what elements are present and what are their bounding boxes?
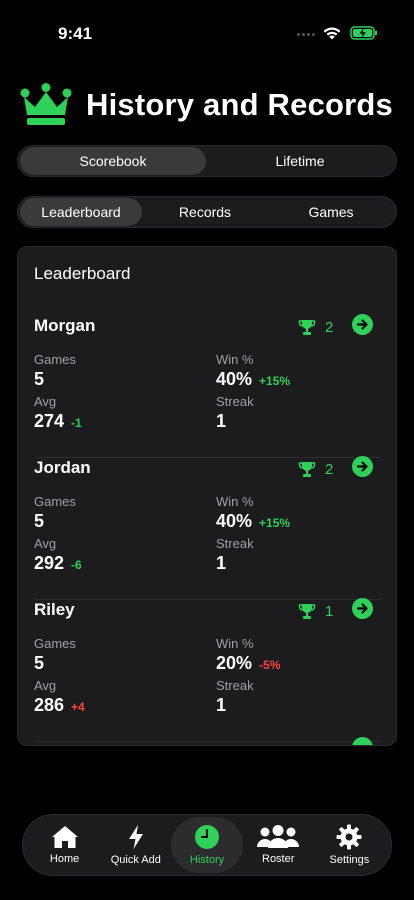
avg-number: 274 [34, 411, 65, 431]
win-label: Win % [216, 494, 254, 509]
leaderboard-card: Leaderboard Morgan 2 Games 5 Win % 40% +1… [17, 246, 397, 746]
trophy-count-value: 2 [325, 460, 334, 478]
tab-bar: Home Quick Add History Roster Settings [22, 814, 392, 876]
tab-roster[interactable]: Roster [243, 817, 314, 873]
segment-scorebook[interactable]: Scorebook [20, 147, 206, 175]
win-value: 40% +15% [216, 511, 290, 532]
avg-label: Avg [34, 678, 57, 693]
win-number: 40% [216, 511, 253, 531]
streak-number: 1 [216, 695, 227, 715]
games-value: 5 [34, 653, 44, 674]
win-number: 40% [216, 369, 253, 389]
win-delta: +15% [259, 516, 291, 530]
tab-label: Quick Add [110, 854, 161, 866]
avg-delta: +4 [71, 700, 85, 714]
tab-history[interactable]: History [171, 817, 243, 873]
arrow-right-icon [356, 319, 368, 330]
player-name: Jordan [34, 458, 91, 477]
win-label: Win % [216, 352, 254, 367]
segment-records[interactable]: Records [142, 198, 268, 226]
page-title: History and Records [86, 87, 393, 122]
home-icon [51, 826, 78, 848]
tab-label: Home [49, 853, 80, 865]
games-label: Games [34, 494, 76, 509]
avg-label: Avg [34, 536, 57, 551]
games-value: 5 [34, 369, 44, 390]
games-value: 5 [34, 511, 44, 532]
scope-segmented-control: Scorebook Lifetime [17, 145, 397, 177]
page-header: History and Records [20, 82, 400, 128]
segment-lifetime[interactable]: Lifetime [206, 147, 394, 175]
games-label: Games [34, 352, 76, 367]
streak-label: Streak [216, 394, 254, 409]
tab-label: History [189, 854, 225, 866]
status-bar: 9:41 [0, 0, 414, 60]
win-value: 20% -5% [216, 653, 280, 674]
win-label: Win % [216, 636, 254, 651]
win-number: 20% [216, 653, 253, 673]
trophy-count-value: 2 [325, 318, 334, 336]
signal-dots-icon [297, 33, 315, 36]
games-number: 5 [34, 653, 45, 673]
streak-value: 1 [216, 695, 226, 716]
player-row: Riley 1 Games 5 Win % 20% -5% Avg 286 +4 S… [34, 598, 382, 742]
tab-home[interactable]: Home [29, 817, 100, 873]
segment-leaderboard[interactable]: Leaderboard [20, 198, 142, 226]
player-row: Jordan 2 Games 5 Win % 40% +15% Avg 292 -6… [34, 456, 382, 600]
win-delta: -5% [259, 658, 281, 672]
trophy-icon [298, 320, 316, 335]
games-number: 5 [34, 511, 45, 531]
win-value: 40% +15% [216, 369, 290, 390]
player-name: Riley [34, 600, 75, 619]
clock-icon [195, 825, 219, 849]
trophy-count: 1 [298, 602, 333, 620]
streak-number: 1 [216, 411, 227, 431]
games-number: 5 [34, 369, 45, 389]
crown-icon [20, 83, 72, 125]
card-title: Leaderboard [34, 264, 131, 283]
tab-label: Settings [329, 854, 370, 866]
trophy-count: 2 [298, 460, 333, 478]
player-row: Morgan 2 Games 5 Win % 40% +15% Avg 274 -1… [34, 314, 382, 458]
streak-label: Streak [216, 536, 254, 551]
status-time: 9:41 [58, 24, 93, 43]
tab-settings[interactable]: Settings [314, 817, 385, 873]
people-icon [257, 825, 300, 848]
gear-icon [336, 824, 362, 850]
avg-delta: -1 [71, 416, 82, 430]
player-name: Morgan [34, 316, 96, 335]
streak-value: 1 [216, 411, 226, 432]
avg-label: Avg [34, 394, 57, 409]
streak-label: Streak [216, 678, 254, 693]
streak-value: 1 [216, 553, 226, 574]
avg-value: 286 +4 [34, 695, 85, 716]
player-detail-button[interactable] [352, 456, 373, 477]
battery-charging-icon [350, 26, 377, 40]
tab-quick-add[interactable]: Quick Add [100, 817, 171, 873]
arrow-right-icon [356, 461, 368, 472]
trophy-icon [298, 604, 316, 619]
trophy-count: 2 [298, 318, 333, 336]
trophy-count-value: 1 [325, 602, 334, 620]
win-delta: +15% [259, 374, 291, 388]
wifi-icon [323, 27, 341, 40]
avg-value: 292 -6 [34, 553, 82, 574]
segment-games[interactable]: Games [268, 198, 394, 226]
trophy-icon [298, 462, 316, 477]
tab-label: Roster [262, 853, 295, 865]
avg-value: 274 -1 [34, 411, 82, 432]
avg-delta: -6 [71, 558, 82, 572]
streak-number: 1 [216, 553, 227, 573]
player-detail-button[interactable] [352, 598, 373, 619]
games-label: Games [34, 636, 76, 651]
avg-number: 292 [34, 553, 65, 573]
arrow-right-icon [356, 603, 368, 614]
avg-number: 286 [34, 695, 65, 715]
view-segmented-control: Leaderboard Records Games [17, 196, 397, 228]
player-detail-button[interactable] [352, 314, 373, 335]
bolt-icon [128, 825, 143, 849]
